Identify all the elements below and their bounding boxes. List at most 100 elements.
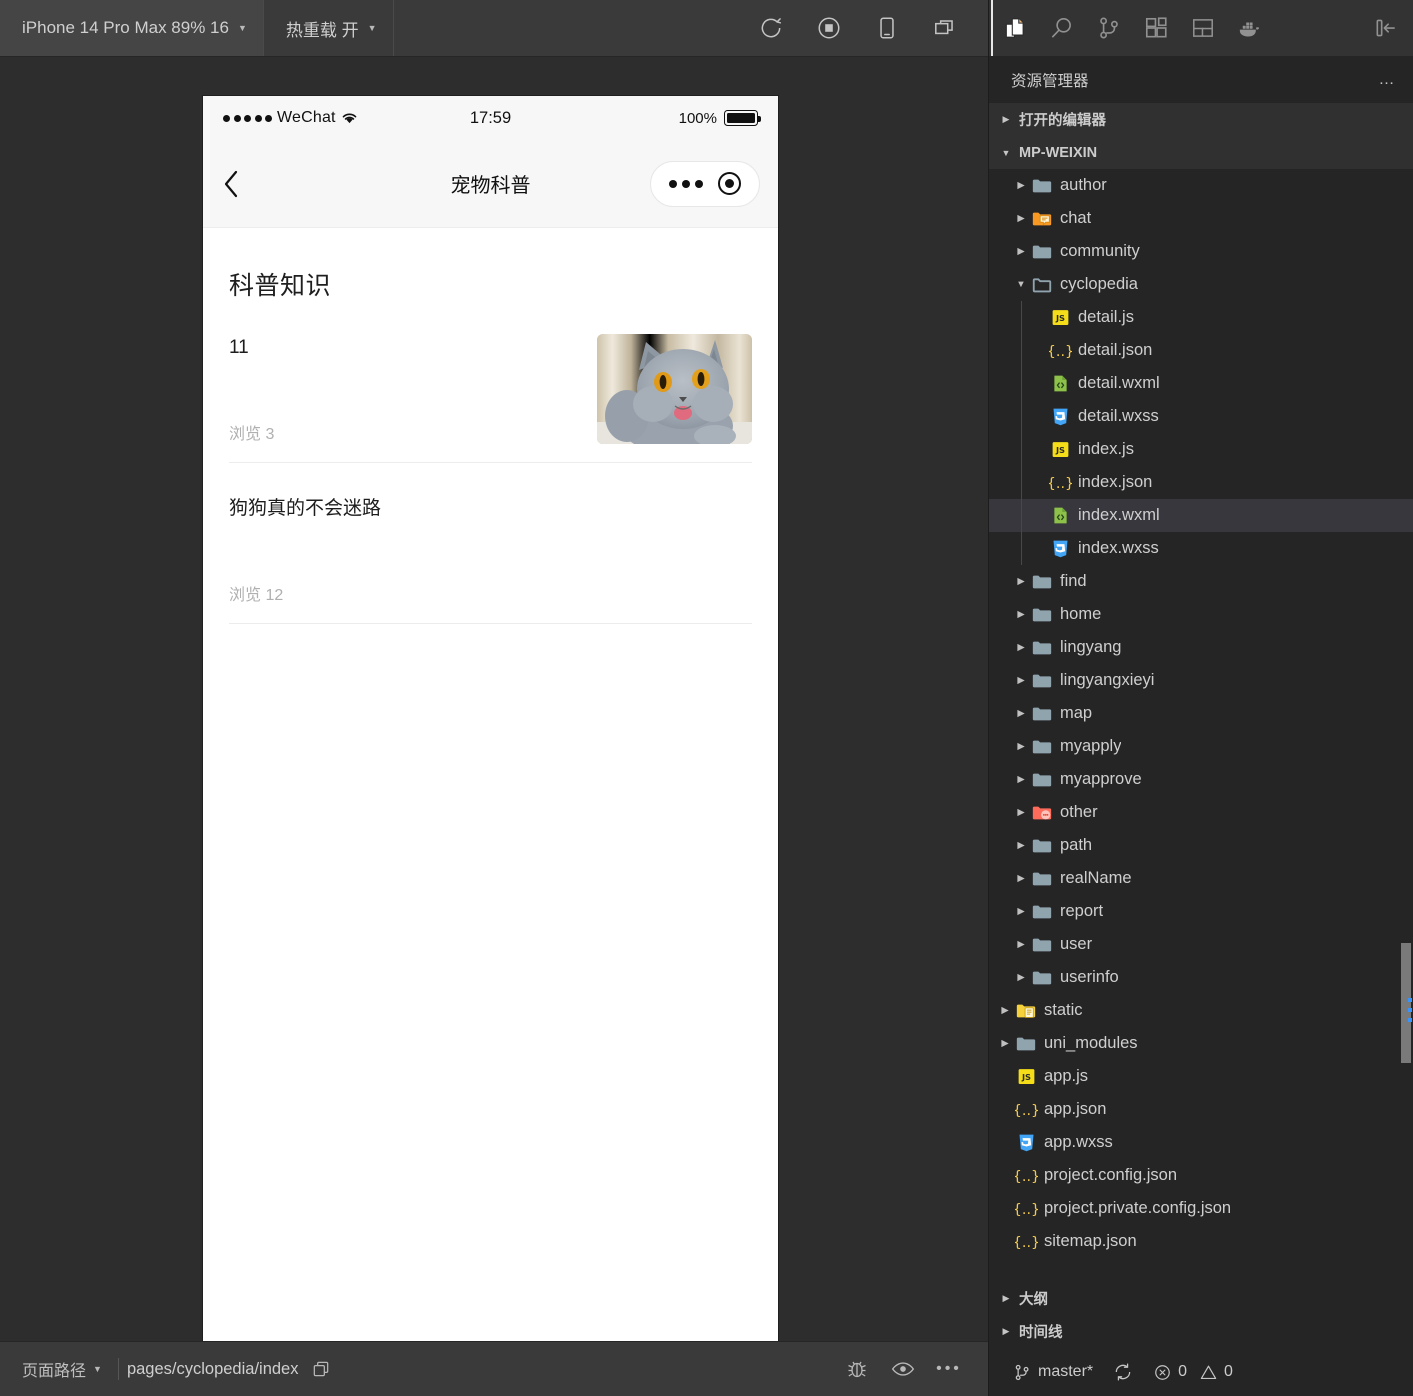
chevron-right-icon[interactable]: ▶	[1013, 741, 1029, 752]
tree-item-index-js[interactable]: JS index.js	[989, 433, 1413, 466]
chevron-right-icon[interactable]: ▶	[997, 1038, 1013, 1049]
chevron-down-icon[interactable]: ▼	[1013, 279, 1029, 290]
folder-icon	[1029, 175, 1055, 197]
stop-record-icon[interactable]	[800, 0, 858, 57]
problems-indicator[interactable]: 0 0	[1143, 1348, 1243, 1396]
chevron-right-icon[interactable]: ▶	[997, 1005, 1013, 1016]
tree-item-project-private-config-json[interactable]: {..} project.private.config.json	[989, 1192, 1413, 1225]
hot-reload-selector[interactable]: 热重载 开 ▼	[264, 0, 394, 57]
branch-indicator[interactable]: master*	[1003, 1348, 1103, 1396]
tree-item-project-config-json[interactable]: {..} project.config.json	[989, 1159, 1413, 1192]
tree-item-static[interactable]: ▶ static	[989, 994, 1413, 1027]
search-icon[interactable]	[1038, 0, 1085, 56]
copy-icon[interactable]	[298, 1342, 344, 1396]
page-path-selector[interactable]: 页面路径 ▼	[14, 1342, 110, 1396]
section-open-editors[interactable]: ▶ 打开的编辑器	[989, 103, 1413, 136]
tree-item-app-json[interactable]: {..} app.json	[989, 1093, 1413, 1126]
status-divider	[117, 1358, 119, 1380]
chevron-right-icon[interactable]: ▶	[1013, 576, 1029, 587]
tree-item-lingyangxieyi[interactable]: ▶ lingyangxieyi	[989, 664, 1413, 697]
chevron-right-icon[interactable]: ▶	[1013, 708, 1029, 719]
tree-item-report[interactable]: ▶ report	[989, 895, 1413, 928]
tree-item-index-wxml[interactable]: index.wxml	[989, 499, 1413, 532]
tree-item-label: lingyang	[1060, 638, 1122, 656]
collapse-panel-icon[interactable]	[1362, 0, 1409, 56]
wxml-file-icon	[1047, 373, 1073, 394]
article-text: 狗狗真的不会迷路 浏览 12	[229, 495, 752, 605]
tree-item-user[interactable]: ▶ user	[989, 928, 1413, 961]
chevron-right-icon[interactable]: ▶	[1013, 609, 1029, 620]
cat-photo	[597, 334, 752, 444]
section-timeline[interactable]: ▶ 时间线	[989, 1315, 1413, 1348]
battery-percent-label: 100%	[678, 109, 717, 127]
tree-item-myapply[interactable]: ▶ myapply	[989, 730, 1413, 763]
chevron-right-icon[interactable]: ▶	[1013, 213, 1029, 224]
tree-item-path[interactable]: ▶ path	[989, 829, 1413, 862]
tree-item-community[interactable]: ▶ community	[989, 235, 1413, 268]
sync-icon[interactable]	[1103, 1348, 1143, 1396]
tree-item-detail-wxml[interactable]: detail.wxml	[989, 367, 1413, 400]
back-button[interactable]	[221, 168, 255, 200]
extensions-icon[interactable]	[1132, 0, 1179, 56]
tree-indent-guide	[1021, 433, 1022, 466]
chevron-right-icon[interactable]: ▶	[1013, 180, 1029, 191]
tree-item-home[interactable]: ▶ home	[989, 598, 1413, 631]
chevron-right-icon[interactable]: ▶	[1013, 807, 1029, 818]
tree-item-cyclopedia[interactable]: ▼ cyclopedia	[989, 268, 1413, 301]
tree-item-chat[interactable]: ▶ chat	[989, 202, 1413, 235]
eye-icon[interactable]	[880, 1342, 926, 1396]
toolbar-icon-group	[742, 0, 988, 57]
target-icon[interactable]	[718, 172, 742, 195]
tree-item-find[interactable]: ▶ find	[989, 565, 1413, 598]
device-selector[interactable]: iPhone 14 Pro Max 89% 16 ▼	[0, 0, 264, 57]
multi-window-icon[interactable]	[916, 0, 974, 57]
tree-item-lingyang[interactable]: ▶ lingyang	[989, 631, 1413, 664]
more-dots-icon[interactable]	[668, 179, 703, 188]
chevron-right-icon[interactable]: ▶	[1013, 774, 1029, 785]
tree-scrollbar[interactable]	[1399, 903, 1413, 1282]
tree-item-uni-modules[interactable]: ▶ uni_modules	[989, 1027, 1413, 1060]
tree-item-detail-js[interactable]: JS detail.js	[989, 301, 1413, 334]
wechat-capsule[interactable]	[650, 160, 760, 207]
section-workspace[interactable]: ▼ MP-WEIXIN	[989, 136, 1413, 169]
more-dots-icon[interactable]: •••	[926, 1342, 972, 1396]
decoration-marker	[1408, 1008, 1412, 1012]
phone-signal-group: WeChat	[223, 109, 358, 127]
tree-item-app-js[interactable]: JS app.js	[989, 1060, 1413, 1093]
layout-panel-icon[interactable]	[1179, 0, 1226, 56]
tree-item-map[interactable]: ▶ map	[989, 697, 1413, 730]
tree-item-realname[interactable]: ▶ realName	[989, 862, 1413, 895]
warning-count: 0	[1224, 1363, 1233, 1380]
chevron-right-icon[interactable]: ▶	[1013, 246, 1029, 257]
bug-icon[interactable]	[834, 1342, 880, 1396]
list-item[interactable]: 11 浏览 3	[229, 302, 752, 463]
chevron-right-icon[interactable]: ▶	[1013, 675, 1029, 686]
chevron-right-icon[interactable]: ▶	[1013, 906, 1029, 917]
source-control-icon[interactable]	[1085, 0, 1132, 56]
tree-item-author[interactable]: ▶ author	[989, 169, 1413, 202]
docker-icon[interactable]	[1226, 0, 1273, 56]
list-item[interactable]: 狗狗真的不会迷路 浏览 12	[229, 463, 752, 624]
article-thumbnail[interactable]	[597, 334, 752, 444]
explorer-icon[interactable]	[991, 0, 1038, 56]
tree-item-userinfo[interactable]: ▶ userinfo	[989, 961, 1413, 994]
device-icon[interactable]	[858, 0, 916, 57]
tree-item-detail-json[interactable]: {..} detail.json	[989, 334, 1413, 367]
tree-item-myapprove[interactable]: ▶ myapprove	[989, 763, 1413, 796]
tree-item-index-json[interactable]: {..} index.json	[989, 466, 1413, 499]
tree-item-index-wxss[interactable]: index.wxss	[989, 532, 1413, 565]
chevron-right-icon[interactable]: ▶	[1013, 972, 1029, 983]
tree-item-label: sitemap.json	[1044, 1232, 1137, 1250]
chevron-right-icon[interactable]: ▶	[1013, 939, 1029, 950]
tree-item-sitemap-json[interactable]: {..} sitemap.json	[989, 1225, 1413, 1258]
tree-item-detail-wxss[interactable]: detail.wxss	[989, 400, 1413, 433]
chevron-right-icon[interactable]: ▶	[1013, 642, 1029, 653]
refresh-icon[interactable]	[742, 0, 800, 57]
tree-item-other[interactable]: ▶ other	[989, 796, 1413, 829]
file-tree[interactable]: ▶ 打开的编辑器 ▼ MP-WEIXIN ▶ author ▶ chat ▶ commun…	[989, 103, 1413, 1282]
chevron-right-icon[interactable]: ▶	[1013, 873, 1029, 884]
tree-item-app-wxss[interactable]: app.wxss	[989, 1126, 1413, 1159]
chevron-right-icon[interactable]: ▶	[1013, 840, 1029, 851]
more-actions-icon[interactable]: …	[1379, 71, 1398, 89]
section-outline[interactable]: ▶ 大纲	[989, 1282, 1413, 1315]
